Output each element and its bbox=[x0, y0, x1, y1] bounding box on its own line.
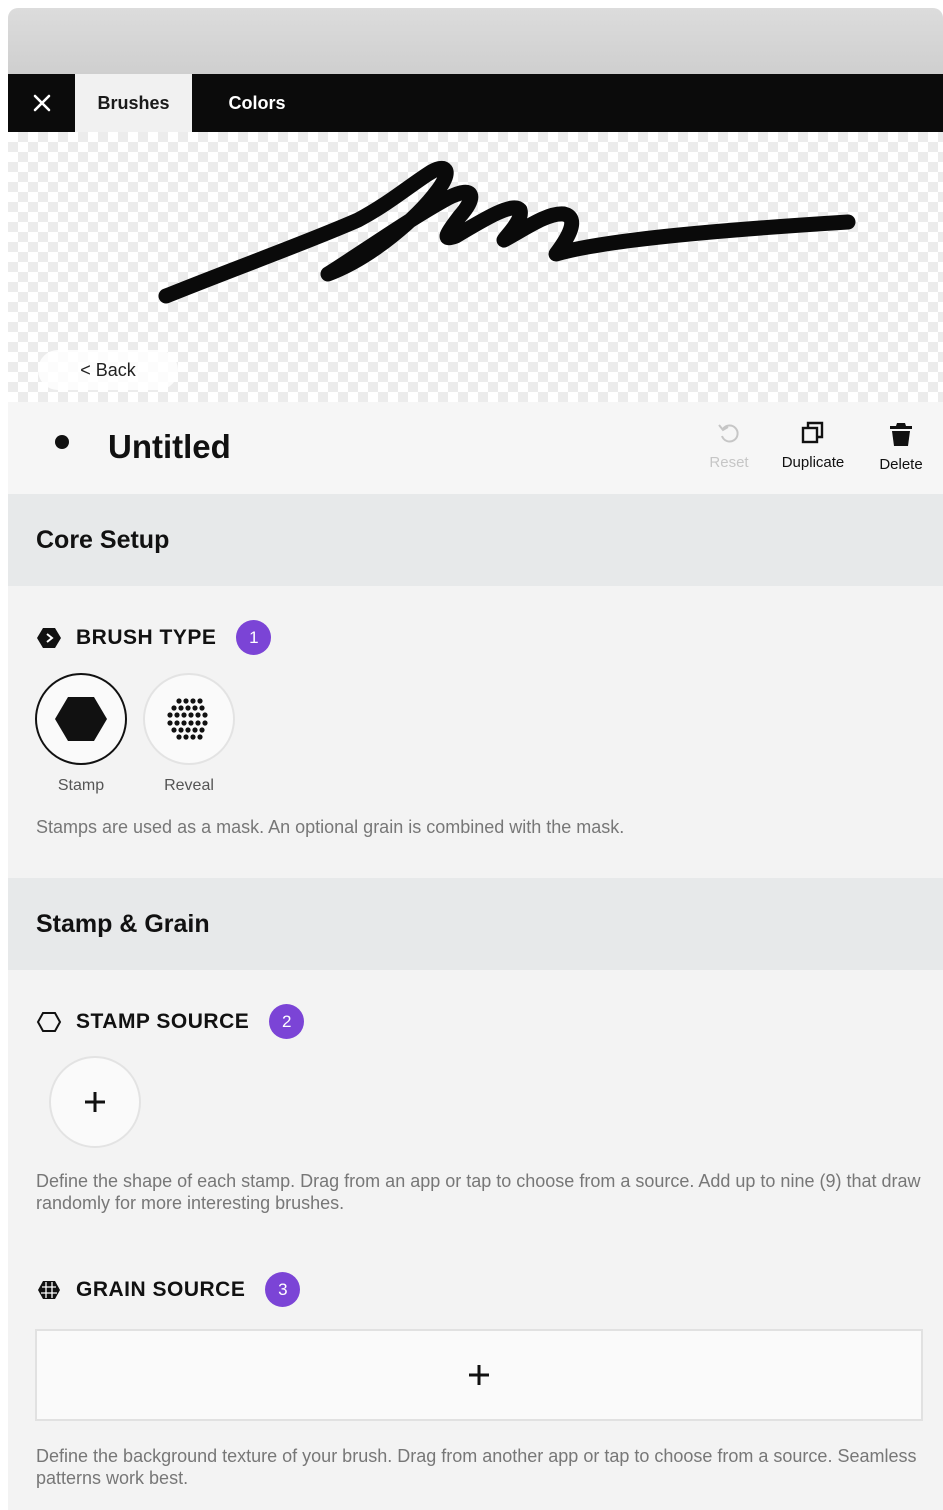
stamp-source-label: STAMP SOURCE bbox=[76, 1009, 250, 1033]
stamp-source-badge: 2 bbox=[269, 1004, 305, 1039]
tab-bar: Brushes Colors bbox=[8, 74, 943, 132]
stamp-source-heading: STAMP SOURCE 2 bbox=[36, 1004, 305, 1039]
plus-icon bbox=[469, 1365, 489, 1385]
brush-type-label: BRUSH TYPE bbox=[76, 625, 217, 649]
close-icon bbox=[33, 94, 50, 112]
section-stamp-grain-title: Stamp & Grain bbox=[36, 910, 210, 938]
brush-type-reveal[interactable]: Reveal bbox=[143, 673, 235, 795]
hexagon-outline-icon bbox=[36, 1011, 62, 1032]
grain-source-badge: 3 bbox=[265, 1272, 301, 1307]
tab-colors[interactable]: Colors bbox=[192, 74, 322, 132]
trash-icon bbox=[890, 423, 912, 446]
back-button[interactable]: < Back bbox=[38, 350, 178, 390]
plus-icon bbox=[85, 1092, 105, 1112]
brush-type-badge: 1 bbox=[236, 620, 272, 655]
brush-type-stamp[interactable]: Stamp bbox=[35, 673, 127, 795]
reset-label: Reset bbox=[709, 454, 749, 471]
brush-title-bar: Untitled Reset Duplicate Delete bbox=[8, 402, 943, 494]
brush-type-description: Stamps are used as a mask. An optional g… bbox=[36, 817, 625, 837]
reveal-option-label: Reveal bbox=[164, 777, 214, 794]
stamp-option-label: Stamp bbox=[57, 777, 105, 794]
tab-brushes[interactable]: Brushes bbox=[75, 74, 192, 132]
reveal-option-circle bbox=[143, 673, 235, 765]
duplicate-label: Duplicate bbox=[781, 454, 845, 471]
add-grain-button[interactable] bbox=[35, 1329, 923, 1421]
reset-icon bbox=[718, 424, 739, 443]
section-stamp-grain[interactable]: Stamp & Grain bbox=[8, 878, 943, 970]
reset-button[interactable]: Reset bbox=[708, 420, 750, 471]
add-stamp-button[interactable] bbox=[49, 1056, 141, 1148]
grain-icon bbox=[38, 1280, 60, 1299]
hexagon-stamp-icon bbox=[55, 697, 107, 741]
delete-label: Delete bbox=[879, 456, 923, 473]
delete-button[interactable]: Delete bbox=[874, 420, 928, 473]
reveal-dots-icon bbox=[167, 698, 208, 740]
section-core-setup[interactable]: Core Setup bbox=[8, 494, 943, 586]
section-core-setup-title: Core Setup bbox=[36, 526, 170, 554]
close-button[interactable] bbox=[8, 74, 75, 132]
grain-source-label: GRAIN SOURCE bbox=[76, 1277, 246, 1301]
stamp-option-circle bbox=[35, 673, 127, 765]
brush-type-icon bbox=[37, 627, 61, 648]
stamp-source-description: Define the shape of each stamp. Drag fro… bbox=[36, 1171, 921, 1213]
top-chrome bbox=[8, 8, 943, 74]
grain-source-heading: GRAIN SOURCE 3 bbox=[36, 1272, 301, 1307]
grain-source-description: Define the background texture of your br… bbox=[36, 1446, 917, 1488]
brush-dot-icon bbox=[55, 435, 69, 449]
duplicate-button[interactable]: Duplicate bbox=[778, 420, 848, 471]
brush-type-heading: BRUSH TYPE 1 bbox=[36, 620, 272, 655]
brush-title[interactable]: Untitled bbox=[108, 428, 231, 466]
brush-preview-canvas[interactable]: < Back bbox=[8, 132, 943, 402]
duplicate-icon bbox=[801, 421, 824, 444]
app-window: Brushes Colors < Back Untitled Reset Dup… bbox=[8, 8, 943, 1510]
